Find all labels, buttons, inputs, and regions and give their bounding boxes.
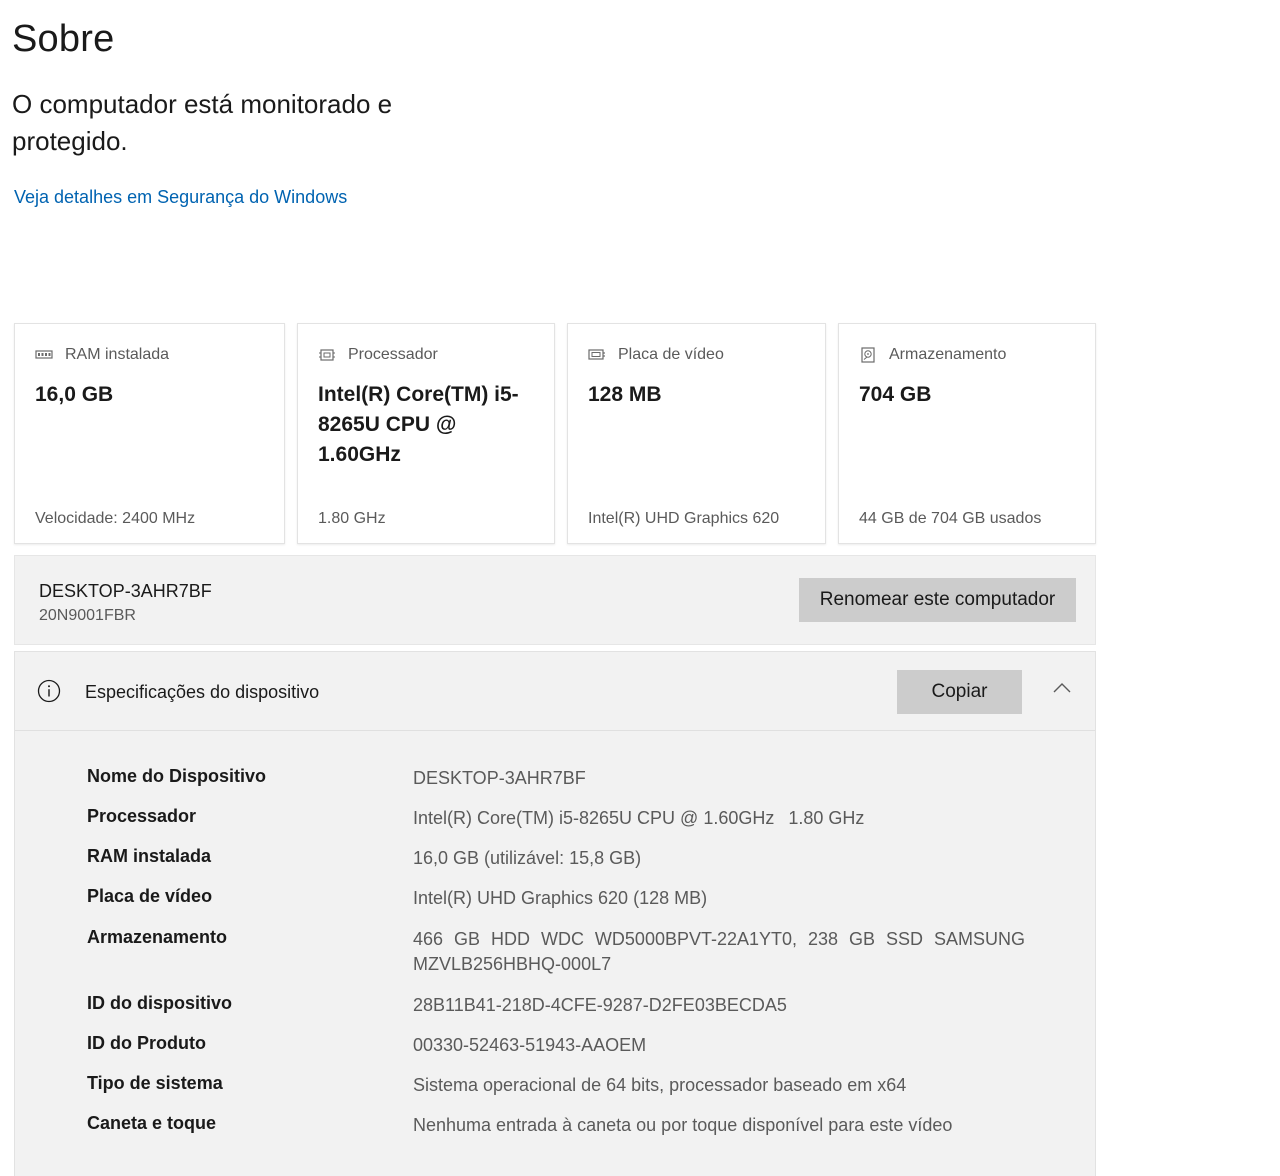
card-storage: Armazenamento 704 GB 44 GB de 704 GB usa… [838,323,1096,544]
card-ram-value: 16,0 GB [35,383,114,406]
spec-value: Sistema operacional de 64 bits, processa… [413,1075,907,1095]
spec-value: Nenhuma entrada à caneta ou por toque di… [413,1115,953,1135]
spec-row-device-name: Nome do Dispositivo DESKTOP-3AHR7BF [87,766,1047,791]
spec-label: Tipo de sistema [87,1073,223,1093]
spec-label: Armazenamento [87,927,228,947]
ram-icon [35,350,53,359]
card-gpu: Placa de vídeo 128 MB Intel(R) UHD Graph… [567,323,826,544]
card-storage-header: Armazenamento [859,346,1006,364]
card-processor-value: Intel(R) Core(TM) i5-8265U CPU @ 1.60GHz [318,383,519,466]
spec-row-system-type: Tipo de sistema Sistema operacional de 6… [87,1073,1047,1098]
card-gpu-value: 128 MB [588,383,662,406]
copy-button[interactable]: Copiar [897,670,1022,714]
spec-label: Processador [87,806,197,826]
spec-value: 28B11B41-218D-4CFE-9287-D2FE03BECDA5 [413,995,787,1015]
device-model: 20N9001FBR [39,607,136,624]
info-icon [37,679,61,703]
spec-value: DESKTOP-3AHR7BF [413,768,586,788]
spec-value: Intel(R) UHD Graphics 620 (128 MB) [413,888,708,908]
spec-value: 00330-52463-51943-AAOEM [413,1035,647,1055]
spec-row-gpu: Placa de vídeo Intel(R) UHD Graphics 620… [87,886,1047,911]
spec-row-ram: RAM instalada 16,0 GB (utilizável: 15,8 … [87,846,1047,871]
storage-icon [861,347,875,363]
spec-label: Caneta e toque [87,1113,217,1133]
page-title: Sobre [12,18,115,60]
windows-security-link[interactable]: Veja detalhes em Segurança do Windows [14,187,347,208]
chevron-up-icon[interactable] [1051,680,1073,696]
card-processor-footer: 1.80 GHz [318,510,386,527]
card-storage-value: 704 GB [859,383,932,406]
device-name-bar: DESKTOP-3AHR7BF 20N9001FBR Renomear este… [14,555,1096,645]
spec-label: Nome do Dispositivo [87,766,267,786]
spec-value: Intel(R) Core(TM) i5-8265U CPU @ 1.60GHz… [413,806,1025,831]
card-processor-header: Processador [318,346,438,364]
spec-label: Placa de vídeo [87,886,213,906]
spec-row-pen-touch: Caneta e toque Nenhuma entrada à caneta … [87,1113,1047,1138]
card-ram-footer: Velocidade: 2400 MHz [35,510,196,527]
device-specifications-header[interactable]: Especificações do dispositivo Copiar [15,652,1095,731]
device-specifications-title: Especificações do dispositivo [85,682,320,702]
card-storage-label: Armazenamento [889,346,1007,363]
spec-row-storage: Armazenamento 466 GB HDD WDC WD5000BPVT-… [87,927,1047,977]
spec-value: 16,0 GB (utilizável: 15,8 GB) [413,848,642,868]
card-ram-label: RAM instalada [65,346,170,363]
spec-row-processor: Processador Intel(R) Core(TM) i5-8265U C… [87,806,1047,831]
card-gpu-label: Placa de vídeo [618,346,724,363]
card-gpu-footer: Intel(R) UHD Graphics 620 [588,510,780,527]
spec-value: 466 GB HDD WDC WD5000BPVT-22A1YT0, 238 G… [413,929,1025,974]
spec-label: RAM instalada [87,846,212,866]
card-processor: Processador Intel(R) Core(TM) i5-8265U C… [297,323,555,544]
spec-label: ID do dispositivo [87,993,233,1013]
card-ram-header: RAM instalada [35,346,169,364]
card-storage-footer: 44 GB de 704 GB usados [859,510,1042,527]
gpu-icon [588,349,605,360]
card-gpu-header: Placa de vídeo [588,346,724,364]
device-specifications-panel: Especificações do dispositivo Copiar Nom… [14,651,1096,1176]
spec-value-extra: 1.80 GHz [788,808,865,828]
card-ram: RAM instalada 16,0 GB Velocidade: 2400 M… [14,323,285,544]
spec-label: ID do Produto [87,1033,206,1053]
device-name: DESKTOP-3AHR7BF [39,581,212,601]
security-status: O computador está monitorado e protegido… [12,89,393,156]
card-processor-label: Processador [348,346,438,363]
spec-row-device-id: ID do dispositivo 28B11B41-218D-4CFE-928… [87,993,1047,1018]
rename-computer-button[interactable]: Renomear este computador [799,578,1076,622]
spec-row-product-id: ID do Produto 00330-52463-51943-AAOEM [87,1033,1047,1058]
processor-icon [319,349,335,361]
spec-value-main: Intel(R) Core(TM) i5-8265U CPU @ 1.60GHz [413,808,775,828]
